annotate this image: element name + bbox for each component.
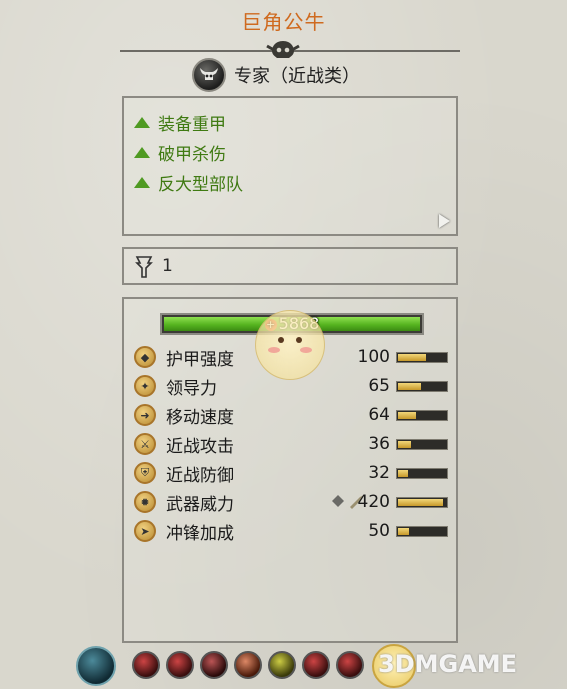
stat-label: 近战攻击 [166,436,234,457]
unit-name: 巨角公牛 [241,10,326,34]
rage-ability-icon[interactable] [336,651,364,679]
melee-attack-icon: ⚔ [134,433,156,455]
stat-row-melee-attack[interactable]: ⚔ 近战攻击 36 [134,431,454,457]
horned-skull-icon [192,58,226,92]
weapon-strength-icon: ✹ [134,491,156,513]
stat-row-weapon-strength[interactable]: ✹ 武器威力 420 [134,489,454,515]
stat-bar [396,496,448,508]
trait-item[interactable]: 装备重甲 [134,110,226,135]
up-triangle-icon [134,117,150,128]
stat-bar [396,380,448,392]
stat-value: 65 [368,376,390,396]
stat-bar [396,351,448,363]
traits-panel: 装备重甲 破甲杀伤 反大型部队 [122,96,458,236]
stat-label: 武器威力 [166,494,234,515]
trait-label: 破甲杀伤 [158,145,226,165]
stat-label: 近战防御 [166,465,234,486]
skull-ability-icon[interactable] [200,651,228,679]
trait-label: 装备重甲 [158,115,226,135]
eye-ability-icon[interactable] [268,651,296,679]
stat-bar-fill [398,411,416,419]
stat-value: 50 [368,521,390,541]
stat-bar-fill [398,440,411,448]
armour-icon: ◆ [134,346,156,368]
category-label: 专家（近战类） [234,66,360,87]
trait-item[interactable]: 破甲杀伤 [134,140,226,165]
stat-bar-fill [398,469,408,477]
mascot-cheek [268,347,280,353]
ability-icon[interactable] [132,651,160,679]
stat-bar [396,525,448,537]
stat-bar-fill [398,527,409,535]
stat-value: 64 [368,405,390,425]
trait-label: 反大型部队 [158,175,243,195]
trait-item[interactable]: 反大型部队 [134,170,243,195]
mascot-cheek [300,347,312,353]
stat-label: 冲锋加成 [166,523,234,544]
speed-icon: ➜ [134,404,156,426]
mascot-eye [296,337,302,343]
ability-icon[interactable] [166,651,194,679]
stat-label: 移动速度 [166,407,234,428]
stat-value: 100 [357,347,390,367]
rank-value: 1 [162,256,173,276]
stat-bar [396,467,448,479]
expand-arrow-icon[interactable] [439,214,450,228]
mascot-eye [278,337,284,343]
charge-bonus-icon: ➤ [134,520,156,542]
up-triangle-icon [134,147,150,158]
stat-value: 36 [368,434,390,454]
stat-value: 420 [357,492,390,512]
stat-bar [396,409,448,421]
watermark-mascot-icon [255,310,325,380]
stat-bar-fill [398,353,426,361]
horned-ability-icon[interactable] [302,651,330,679]
stat-bar-fill [398,382,421,390]
stat-row-melee-defence[interactable]: ⛨ 近战防御 32 [134,460,454,486]
watermark-text: 3DMGAME [378,650,518,678]
unit-portrait-icon[interactable] [76,646,116,686]
rank-panel: 1 [122,247,458,285]
stat-bar-fill [398,498,443,506]
up-triangle-icon [134,177,150,188]
leadership-icon: ✦ [134,375,156,397]
stat-row-charge-bonus[interactable]: ➤ 冲锋加成 50 [134,518,454,544]
stat-row-speed[interactable]: ➜ 移动速度 64 [134,402,454,428]
unit-category: 专家（近战类） [192,58,360,92]
melee-defence-icon: ⛨ [134,462,156,484]
fist-ability-icon[interactable] [234,651,262,679]
stat-value: 32 [368,463,390,483]
rank-chevron-icon [135,256,153,278]
stat-bar [396,438,448,450]
